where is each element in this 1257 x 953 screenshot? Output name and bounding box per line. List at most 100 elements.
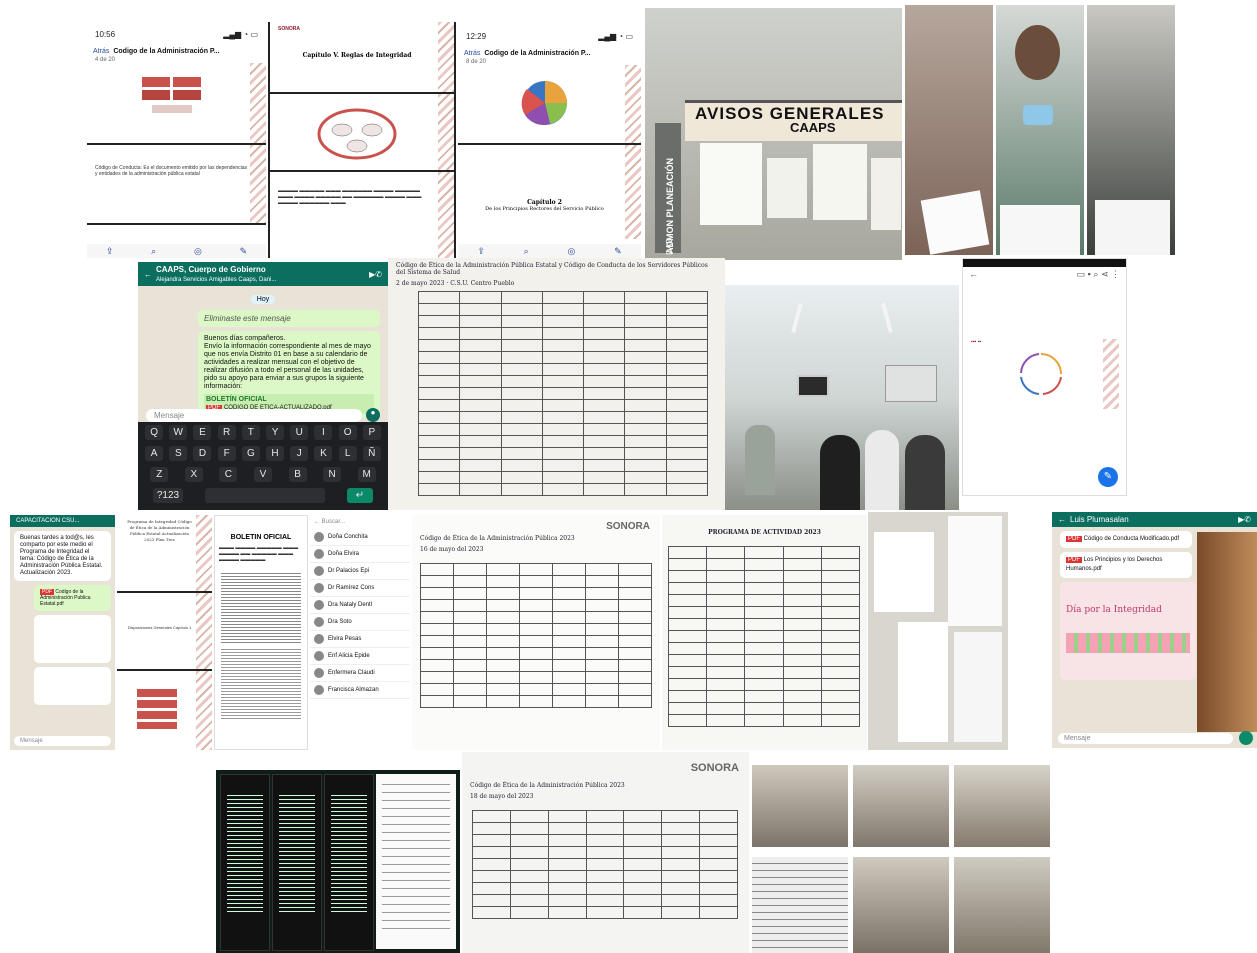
table-cell xyxy=(706,606,746,619)
pdf-attachment[interactable]: PDF Los Principios y los Derechos Humano… xyxy=(1060,552,1192,578)
image-message[interactable] xyxy=(34,615,111,663)
key-e[interactable]: E xyxy=(193,425,212,440)
key-m[interactable]: M xyxy=(357,467,376,482)
table-cell xyxy=(453,635,487,648)
table-cell xyxy=(744,714,784,727)
page-icon[interactable]: ▭ xyxy=(1077,269,1086,279)
key-q[interactable]: Q xyxy=(145,425,164,440)
contact-item[interactable]: Doña Conchita xyxy=(310,529,410,546)
back-link[interactable]: Atrás xyxy=(464,50,480,57)
markup-icon[interactable]: ◎ xyxy=(194,246,202,257)
back-arrow-icon[interactable]: ← xyxy=(969,269,978,280)
key-b[interactable]: B xyxy=(288,467,307,482)
message-input[interactable]: Mensaje xyxy=(146,408,362,422)
enter-key[interactable]: ↵ xyxy=(347,488,373,503)
numbers-key[interactable]: ?123 xyxy=(153,488,183,503)
key-r[interactable]: R xyxy=(217,425,236,440)
table-cell xyxy=(417,483,461,496)
key-f[interactable]: F xyxy=(217,446,236,461)
search-input[interactable]: Buscar... xyxy=(322,519,345,525)
back-arrow-icon[interactable]: ← xyxy=(1058,515,1066,524)
key-d[interactable]: D xyxy=(193,446,212,461)
table-cell xyxy=(583,291,626,304)
key-v[interactable]: V xyxy=(253,467,272,482)
table-cell xyxy=(820,702,861,715)
edit-icon[interactable]: ✎ xyxy=(240,246,248,257)
back-link[interactable]: Atrás xyxy=(93,48,109,55)
contact-item[interactable]: Enf Alicia Epide xyxy=(310,648,410,665)
key-c[interactable]: C xyxy=(219,467,238,482)
table-row xyxy=(667,654,861,667)
key-k[interactable]: K xyxy=(314,446,333,461)
message-input[interactable]: Mensaje xyxy=(1058,733,1233,744)
search-icon[interactable]: ⌕ xyxy=(1093,269,1098,279)
chapter-subtitle: De los Principios Rectores del Servicio … xyxy=(485,206,604,212)
table-cell xyxy=(782,558,822,571)
folder-icon[interactable]: ▪ xyxy=(1088,269,1091,279)
key-g[interactable]: G xyxy=(241,446,260,461)
more-icon[interactable]: ⋮ xyxy=(1111,269,1120,279)
table-cell xyxy=(782,546,822,559)
table-cell xyxy=(661,810,701,823)
key-x[interactable]: X xyxy=(184,467,203,482)
mic-icon[interactable] xyxy=(1239,731,1253,745)
image-message[interactable] xyxy=(34,667,111,705)
key-ñ[interactable]: Ñ xyxy=(362,446,381,461)
key-l[interactable]: L xyxy=(338,446,357,461)
contact-item[interactable]: Doña Elvira xyxy=(310,546,410,563)
message-input[interactable]: Mensaje xyxy=(14,736,111,746)
photo-activity-program-sheet: PROGRAMA DE ACTIVIDAD 2023 xyxy=(662,515,867,750)
key-i[interactable]: I xyxy=(314,425,333,440)
table-cell xyxy=(417,447,461,460)
table-cell xyxy=(459,471,502,484)
share-icon[interactable]: ⇪ xyxy=(477,246,485,257)
key-p[interactable]: P xyxy=(362,425,381,440)
contact-item[interactable]: Dra Nataly Dentl xyxy=(310,597,410,614)
markup-icon[interactable]: ◎ xyxy=(567,246,575,257)
contact-item[interactable]: Francisca Almazan xyxy=(310,682,410,699)
key-n[interactable]: N xyxy=(323,467,342,482)
contact-item[interactable]: Dra Soto xyxy=(310,614,410,631)
mic-icon[interactable]: ● xyxy=(366,408,380,422)
space-key[interactable] xyxy=(205,488,325,503)
search-icon[interactable]: ⌕ xyxy=(524,246,529,257)
contact-item[interactable]: Enfermera Claudi xyxy=(310,665,410,682)
pdf-attachment[interactable]: PDF Codigo de la Administración Publica … xyxy=(34,585,111,611)
key-w[interactable]: W xyxy=(169,425,188,440)
pdf-attachment[interactable]: PDF Código de Conducta Modificado.pdf xyxy=(1060,531,1192,548)
key-o[interactable]: O xyxy=(338,425,357,440)
table-cell xyxy=(744,606,784,619)
key-z[interactable]: Z xyxy=(150,467,169,482)
table-cell xyxy=(420,671,454,684)
call-icon[interactable]: ✆ xyxy=(1244,515,1251,524)
key-y[interactable]: Y xyxy=(266,425,285,440)
table-cell xyxy=(420,683,454,696)
table-cell xyxy=(420,563,454,576)
contact-item[interactable]: Dr Ramírez Cons xyxy=(310,580,410,597)
table-cell xyxy=(820,582,861,595)
table-cell xyxy=(744,666,784,679)
table-cell xyxy=(618,683,652,696)
avatar xyxy=(314,600,324,610)
back-arrow-icon[interactable]: ← xyxy=(314,519,320,525)
search-icon[interactable]: ⌕ xyxy=(151,246,156,257)
table-cell xyxy=(583,471,626,484)
share-icon[interactable]: ⋖ xyxy=(1101,269,1109,279)
contact-item[interactable]: Elvira Pesas xyxy=(310,631,410,648)
call-icon[interactable]: ✆ xyxy=(375,270,382,279)
share-icon[interactable]: ⇪ xyxy=(106,246,114,257)
key-u[interactable]: U xyxy=(290,425,309,440)
back-arrow-icon[interactable]: ← xyxy=(144,270,152,279)
table-cell xyxy=(459,423,502,436)
key-s[interactable]: S xyxy=(169,446,188,461)
key-h[interactable]: H xyxy=(266,446,285,461)
key-a[interactable]: A xyxy=(145,446,164,461)
edit-icon[interactable]: ✎ xyxy=(614,246,622,257)
key-j[interactable]: J xyxy=(290,446,309,461)
table-cell xyxy=(665,291,709,304)
edit-fab-icon[interactable]: ✎ xyxy=(1098,467,1118,487)
table-cell xyxy=(618,599,652,612)
poster-image[interactable]: Día por la Integridad xyxy=(1060,582,1196,680)
key-t[interactable]: T xyxy=(241,425,260,440)
contact-item[interactable]: Dr Palacios Epi xyxy=(310,563,410,580)
